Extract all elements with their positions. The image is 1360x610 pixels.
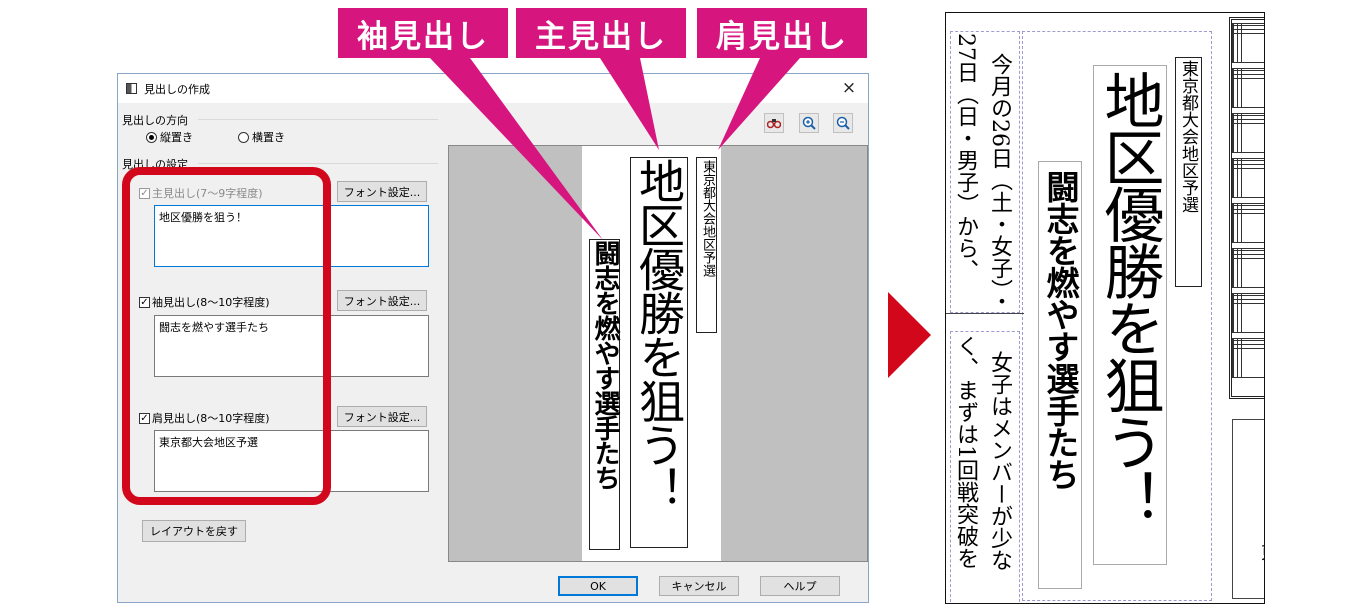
preview-main-box: 地区優勝を狙う！ [630, 157, 688, 548]
preview-sode-text: 闘志を燃やす選手たち [590, 240, 620, 490]
callout-sode: 袖見出し [338, 8, 508, 58]
radio-horizontal-label: 横置き [252, 131, 285, 144]
cancel-button[interactable]: キャンセル [659, 576, 739, 596]
radio-vertical-dot [146, 131, 157, 143]
result-kata-box: 東京都大会地区予選 [1175, 57, 1202, 287]
zoom-out-icon[interactable] [833, 113, 853, 133]
pattern-cell-7 [1232, 293, 1264, 333]
settings-highlight-frame [122, 167, 331, 505]
main-font-button[interactable]: フォント設定... [337, 181, 427, 202]
column-divider [946, 313, 1024, 314]
direction-group-line [198, 119, 438, 120]
binoculars-icon[interactable] [764, 113, 784, 133]
radio-horizontal-dot [238, 131, 249, 143]
pattern-cell-3 [1232, 113, 1264, 153]
direction-label: 見出しの方向 [122, 114, 188, 127]
result-sode-text: 闘志を燃やす選手たち [1041, 170, 1080, 490]
pattern-cell-2 [1232, 68, 1264, 108]
article-col-1: 27日（日・男子）から、 [953, 33, 978, 281]
result-kata-text: 東京都大会地区予選 [1178, 60, 1198, 213]
pattern-cell-4 [1232, 158, 1264, 198]
dialog-title: 見出しの作成 [144, 82, 210, 96]
right-article-char: 東 [1258, 543, 1265, 561]
zoom-out-glyph [836, 116, 850, 130]
result-main-text: 地区優勝を狙う！ [1094, 70, 1164, 526]
reset-layout-button[interactable]: レイアウトを戻す [142, 520, 246, 542]
ok-button[interactable]: OK [558, 576, 638, 596]
right-article-box [1232, 419, 1264, 599]
pattern-cell-5 [1232, 203, 1264, 243]
radio-horizontal[interactable]: 横置き [238, 129, 285, 145]
result-sode-box: 闘志を燃やす選手たち [1038, 161, 1082, 589]
zoom-in-icon[interactable] [799, 113, 819, 133]
arrow-right-icon [888, 292, 931, 378]
pattern-cell-8 [1232, 338, 1264, 378]
preview-page: 東京都大会地区予選 地区優勝を狙う！ 闘志を燃やす選手たち [582, 146, 721, 561]
preview-main-text: 地区優勝を狙う！ [632, 158, 686, 510]
binoculars-glyph [767, 119, 781, 129]
sode-font-button[interactable]: フォント設定... [337, 290, 427, 311]
radio-vertical-label: 縦置き [160, 131, 193, 144]
help-button[interactable]: ヘルプ [760, 576, 840, 596]
result-main-box: 地区優勝を狙う！ [1093, 65, 1167, 565]
preview-kata-box: 東京都大会地区予選 [696, 157, 717, 333]
close-button[interactable]: × [838, 77, 860, 99]
article-col-4: 女子はメンバーが少な [987, 351, 1012, 571]
zoom-in-glyph [802, 116, 816, 130]
preview-kata-text: 東京都大会地区予選 [700, 160, 715, 277]
app-icon [126, 83, 137, 94]
article-col-2: 今月の26日（土・女子）・ [987, 53, 1012, 312]
radio-vertical[interactable]: 縦置き [146, 129, 193, 145]
newspaper-result: 27日（日・男子）から、 今月の26日（土・女子）・ く、まずは1回戦突破を 女… [945, 12, 1265, 604]
pattern-cell-1 [1232, 23, 1264, 63]
article-col-3: く、まずは1回戦突破を [953, 335, 978, 569]
callout-shu: 主見出し [516, 8, 686, 58]
callout-kata: 肩見出し [697, 8, 867, 58]
pattern-cell-6 [1232, 248, 1264, 288]
title-bar: 見出しの作成 × [118, 74, 868, 103]
preview-sode-box: 闘志を燃やす選手たち [589, 239, 620, 550]
layout-preview: 東京都大会地区予選 地区優勝を狙う！ 闘志を燃やす選手たち [448, 145, 868, 562]
kata-font-button[interactable]: フォント設定... [337, 406, 427, 427]
settings-group-line [198, 163, 438, 164]
